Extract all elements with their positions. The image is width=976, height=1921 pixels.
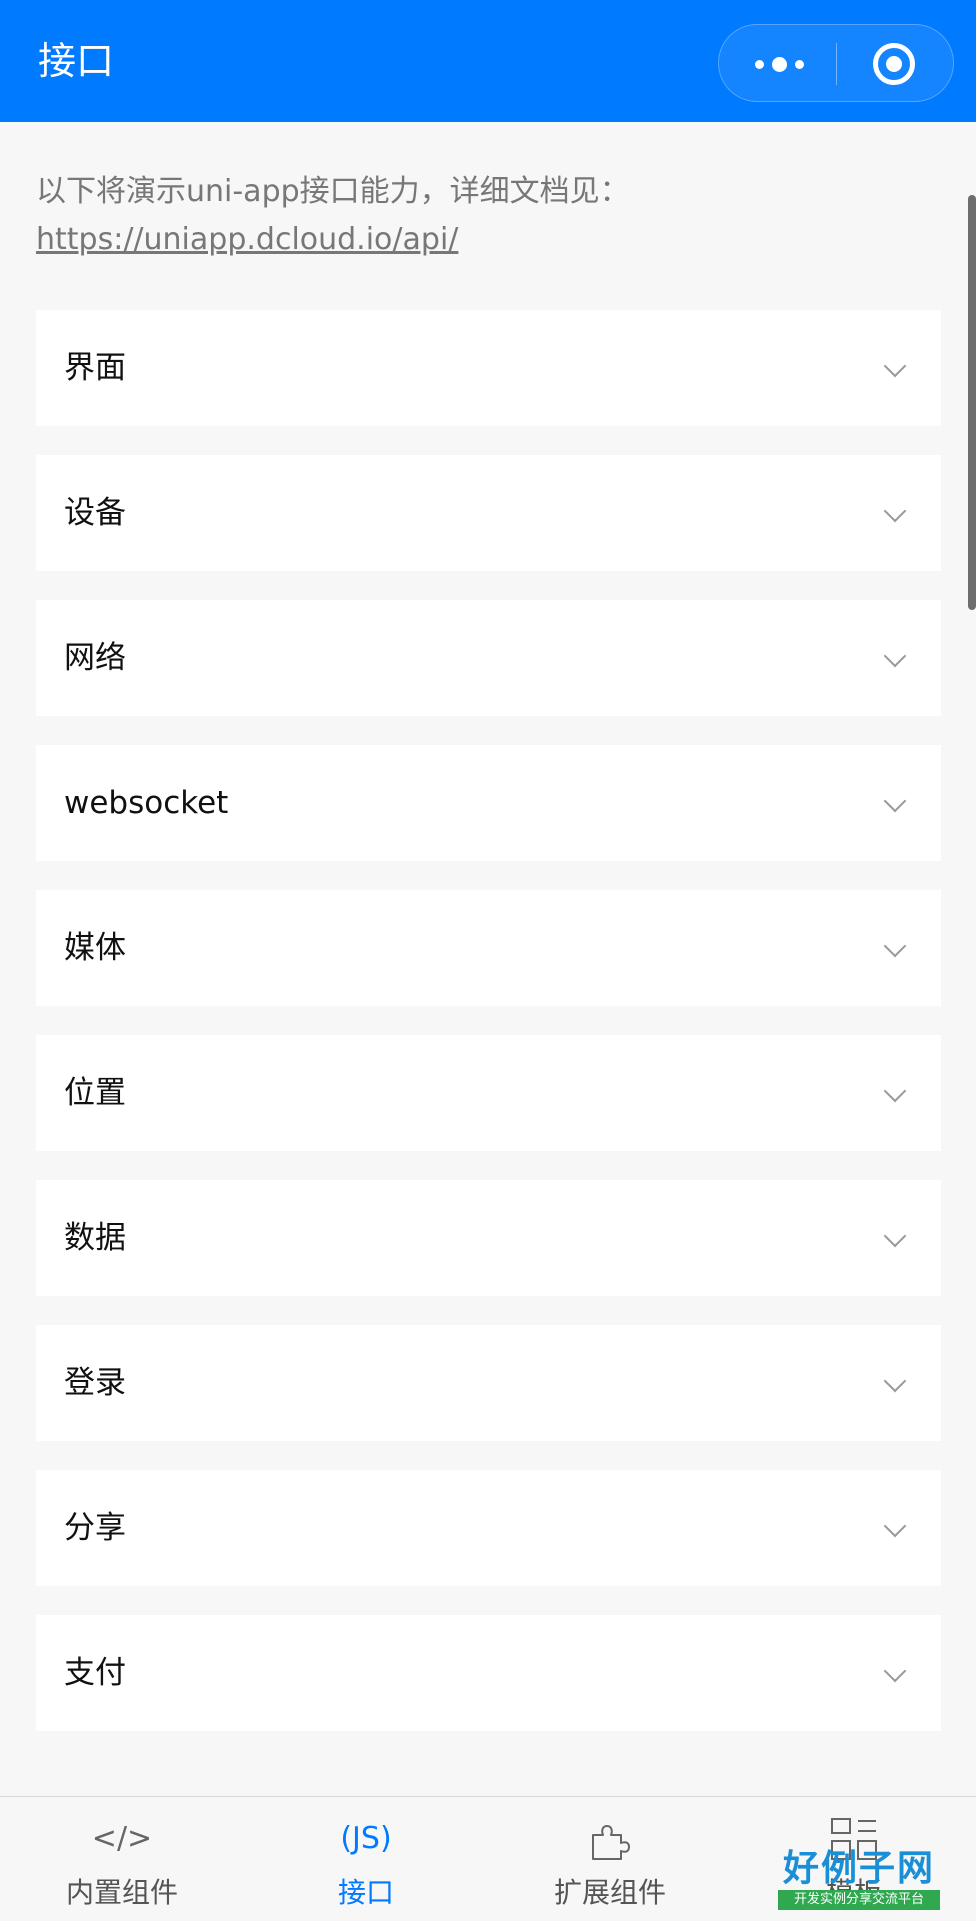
intro-description: 以下将演示uni-app接口能力，详细文档见： xyxy=(36,174,630,209)
list-item-label: 网络 xyxy=(64,640,126,676)
list-item-ui[interactable]: 界面 xyxy=(36,310,941,426)
api-category-list: 界面 设备 网络 websocket 媒体 位置 数据 登录 分享 支付 xyxy=(36,310,941,1760)
page-title: 接口 xyxy=(38,39,115,83)
chevron-down-icon xyxy=(883,1514,907,1538)
list-item-media[interactable]: 媒体 xyxy=(36,890,941,1006)
code-icon: </> xyxy=(91,1821,153,1856)
list-item-payment[interactable]: 支付 xyxy=(36,1615,941,1731)
watermark-logo-title: 好例子网 xyxy=(782,1847,935,1889)
list-item-label: 登录 xyxy=(64,1365,126,1401)
puzzle-icon xyxy=(592,1825,630,1860)
list-item-label: websocket xyxy=(64,785,229,821)
tab-label: 内置组件 xyxy=(65,1876,178,1909)
chevron-down-icon xyxy=(883,644,907,668)
list-item-device[interactable]: 设备 xyxy=(36,455,941,571)
tab-extended-components[interactable]: 扩展组件 xyxy=(488,1797,732,1921)
list-item-network[interactable]: 网络 xyxy=(36,600,941,716)
list-item-label: 支付 xyxy=(64,1655,126,1691)
tab-label: 接口 xyxy=(337,1876,394,1909)
chevron-down-icon xyxy=(883,1659,907,1683)
list-item-label: 设备 xyxy=(64,495,126,531)
watermark-logo: 好例子网 开发实例分享交流平台 xyxy=(778,1848,940,1910)
tab-api[interactable]: (JS) 接口 xyxy=(244,1797,488,1921)
list-item-label: 界面 xyxy=(64,350,126,386)
list-item-location[interactable]: 位置 xyxy=(36,1035,941,1151)
tab-builtin-components[interactable]: </> 内置组件 xyxy=(0,1797,244,1921)
js-icon: (JS) xyxy=(340,1821,392,1856)
chevron-down-icon xyxy=(883,499,907,523)
list-item-label: 位置 xyxy=(64,1075,126,1111)
scrollbar[interactable] xyxy=(968,195,976,610)
chevron-down-icon xyxy=(883,789,907,813)
capsule-divider xyxy=(836,43,837,85)
tab-label: 扩展组件 xyxy=(553,1876,666,1909)
close-mini-program-icon[interactable] xyxy=(873,43,915,85)
api-docs-link[interactable]: https://uniapp.dcloud.io/api/ xyxy=(36,216,916,264)
more-icon[interactable] xyxy=(749,25,809,103)
chevron-down-icon xyxy=(883,1369,907,1393)
list-item-label: 媒体 xyxy=(64,930,126,966)
list-item-login[interactable]: 登录 xyxy=(36,1325,941,1441)
list-item-share[interactable]: 分享 xyxy=(36,1470,941,1586)
navigation-bar: 接口 xyxy=(0,0,976,122)
chevron-down-icon xyxy=(883,1224,907,1248)
list-item-label: 分享 xyxy=(64,1510,126,1546)
chevron-down-icon xyxy=(883,934,907,958)
list-item-websocket[interactable]: websocket xyxy=(36,745,941,861)
list-item-label: 数据 xyxy=(64,1220,126,1256)
chevron-down-icon xyxy=(883,1079,907,1103)
watermark-logo-subtitle: 开发实例分享交流平台 xyxy=(778,1890,940,1910)
list-item-data[interactable]: 数据 xyxy=(36,1180,941,1296)
intro-text: 以下将演示uni-app接口能力，详细文档见： https://uniapp.d… xyxy=(36,168,916,264)
menu-capsule xyxy=(718,24,954,102)
chevron-down-icon xyxy=(883,354,907,378)
